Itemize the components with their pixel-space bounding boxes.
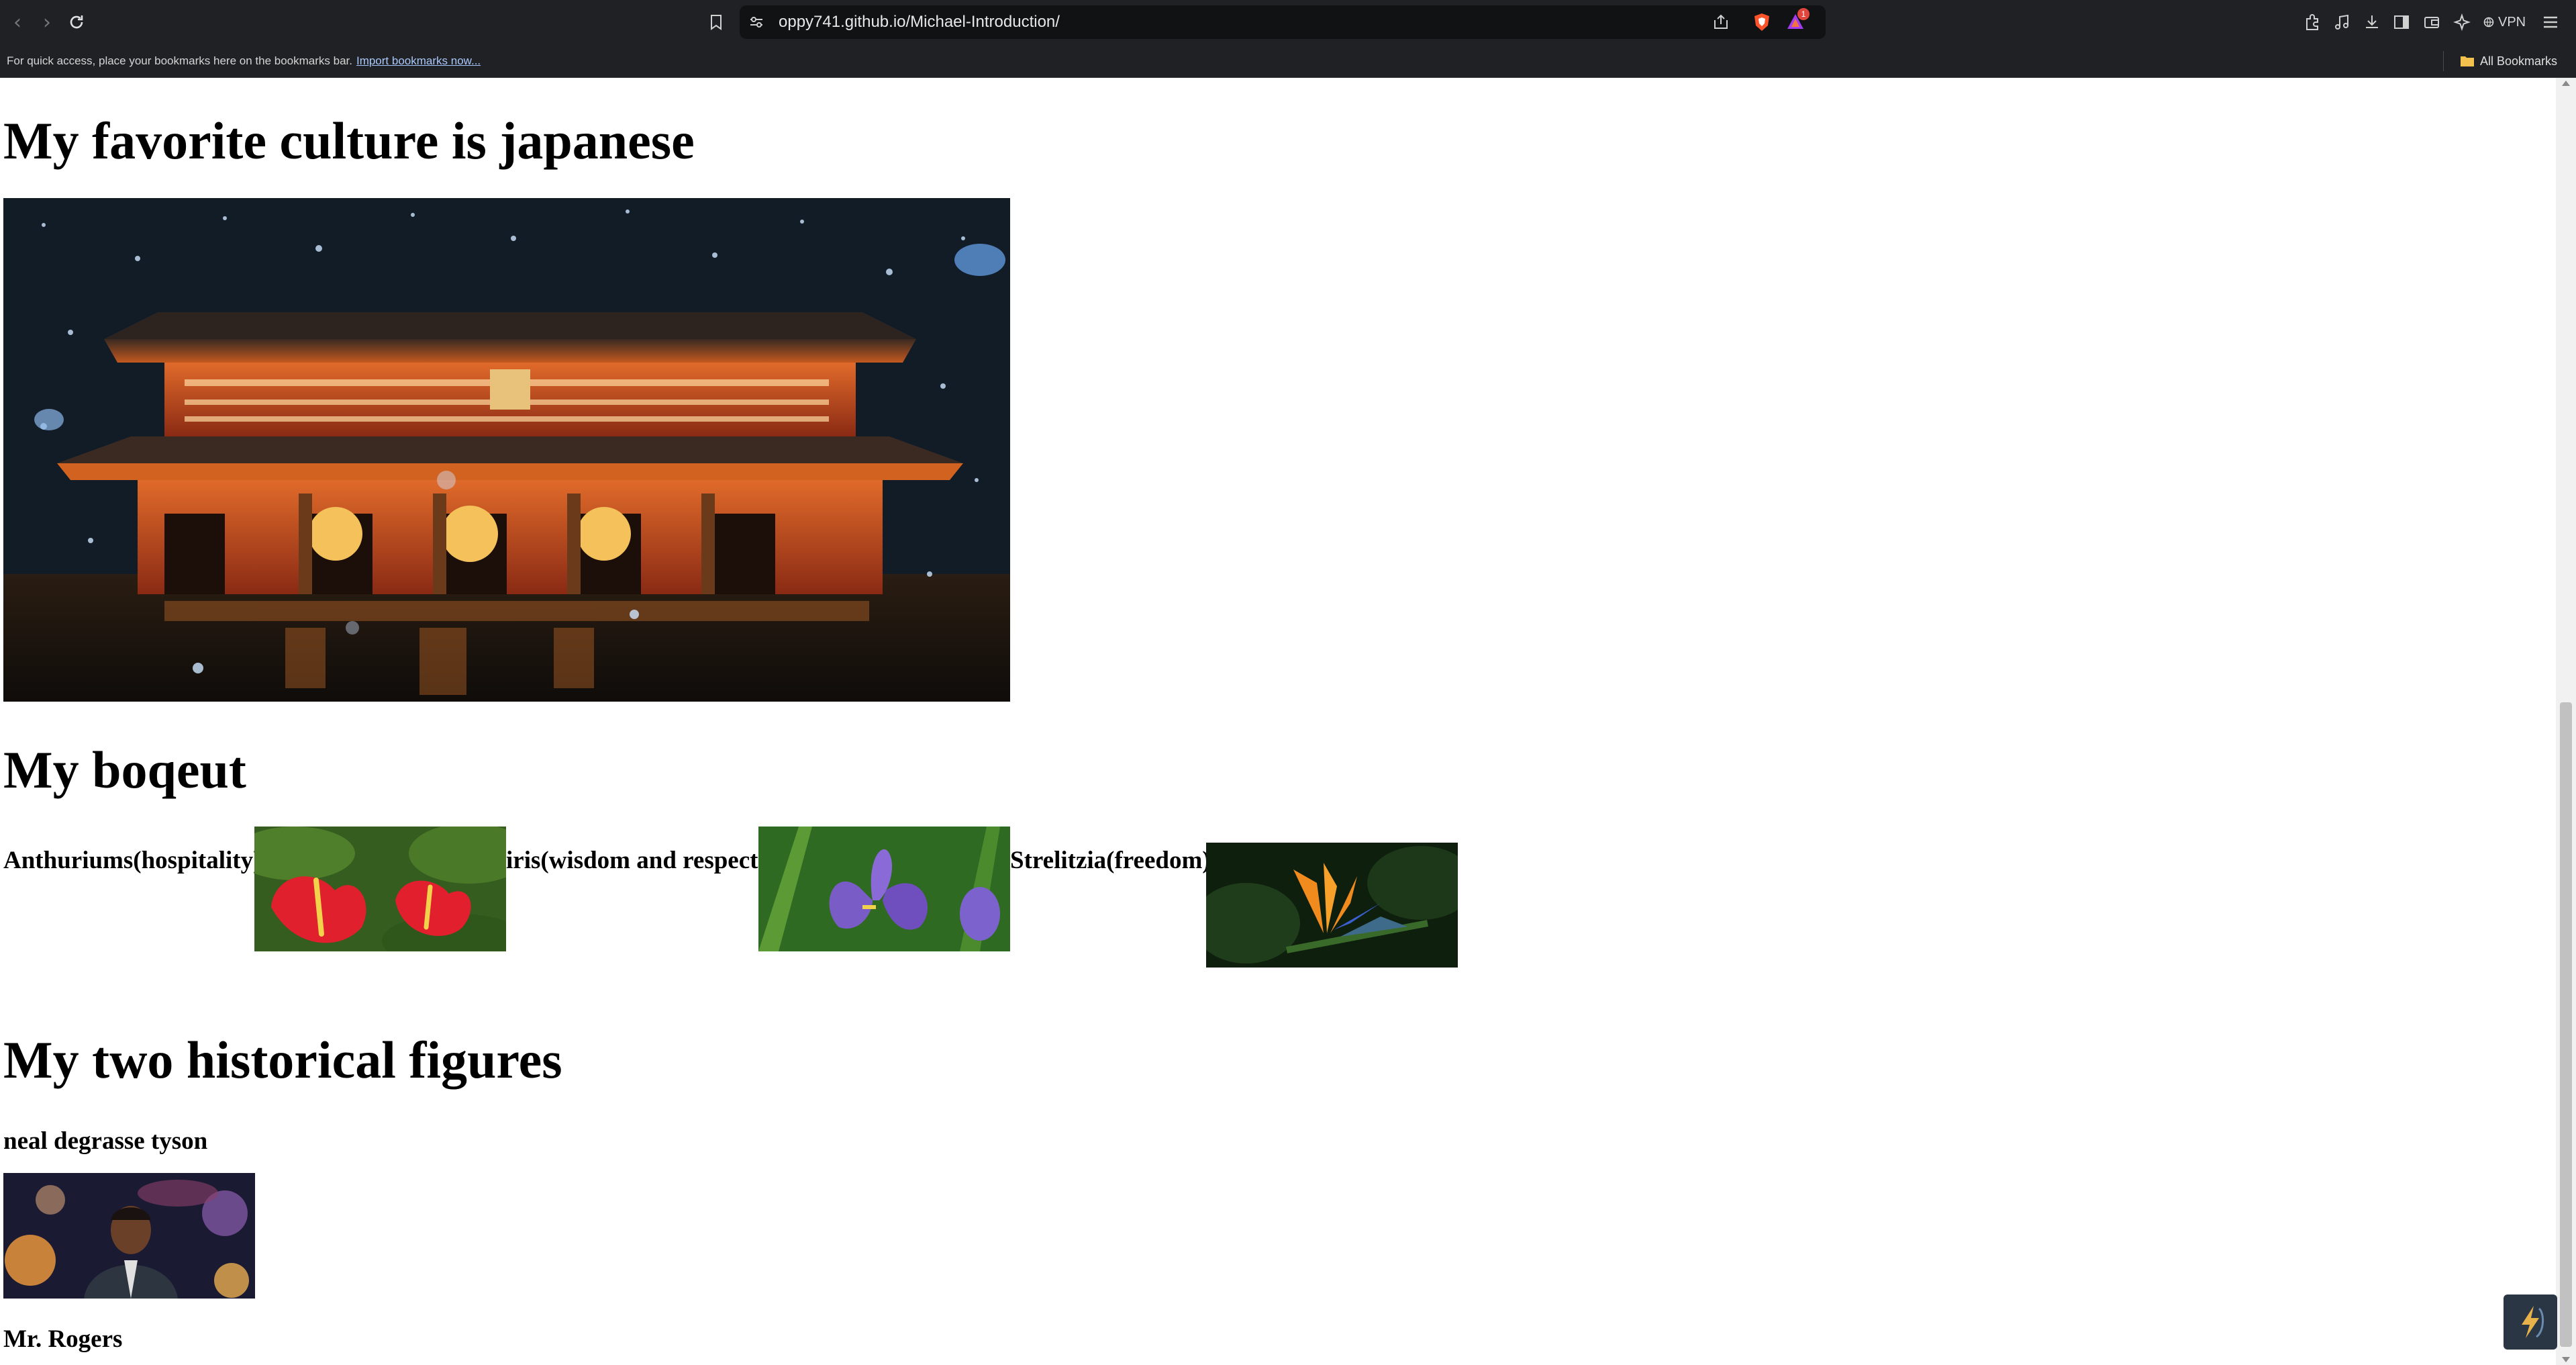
site-settings-icon[interactable]	[748, 13, 765, 31]
brave-shields-icon[interactable]	[1752, 12, 1772, 32]
reload-icon[interactable]	[64, 10, 89, 34]
sidebar-icon[interactable]	[2390, 10, 2413, 34]
media-icon[interactable]	[2331, 10, 2354, 34]
hamburger-menu-icon[interactable]	[2538, 10, 2563, 34]
scroll-down-arrow-icon[interactable]	[2562, 1357, 2570, 1362]
rewards-badge: 1	[1797, 8, 1810, 20]
flower-label-anthurium: Anthuriums(hospitality)	[3, 847, 262, 874]
wallet-icon[interactable]	[2420, 10, 2443, 34]
flower-label-strelitzia: Strelitzia(freedom)	[1010, 847, 1211, 874]
iris-image	[758, 827, 1010, 951]
vpn-label: VPN	[2498, 15, 2526, 30]
bookmark-page-icon[interactable]	[706, 10, 726, 34]
all-bookmarks-label: All Bookmarks	[2480, 54, 2558, 68]
figure-name-tyson: neal degrasse tyson	[3, 1127, 208, 1155]
back-icon[interactable]: ‹	[5, 10, 30, 34]
extensions-icon[interactable]	[2301, 10, 2324, 34]
scrollbar-thumb[interactable]	[2560, 702, 2572, 1347]
leo-ai-icon[interactable]	[2450, 10, 2473, 34]
floating-assistant-button[interactable]	[2504, 1295, 2557, 1350]
bookmarks-hint-text: For quick access, place your bookmarks h…	[7, 54, 352, 67]
brave-rewards-icon[interactable]: 1	[1785, 8, 1810, 32]
browser-toolbar: ‹ › oppy741.github.io/Michael-Introducti…	[0, 0, 2576, 44]
lightning-icon	[2522, 1306, 2544, 1338]
address-bar[interactable]: oppy741.github.io/Michael-Introduction/ …	[740, 5, 1826, 39]
strelitzia-image	[1206, 843, 1458, 968]
anthurium-image	[254, 827, 506, 951]
share-icon[interactable]	[1712, 13, 1730, 32]
figures-heading: My two historical figures	[3, 1031, 562, 1089]
page-viewport: My favorite culture is japanese My boqeu…	[0, 78, 2556, 1365]
bouquet-heading: My boqeut	[3, 741, 246, 799]
scroll-up-arrow-icon[interactable]	[2562, 81, 2570, 86]
page-scrollbar[interactable]	[2556, 78, 2576, 1365]
figure-name-rogers: Mr. Rogers	[3, 1325, 123, 1353]
bookmarks-divider	[2443, 51, 2444, 71]
folder-icon	[2461, 56, 2474, 66]
url-text[interactable]: oppy741.github.io/Michael-Introduction/	[779, 5, 1060, 39]
vpn-button[interactable]: VPN	[2483, 10, 2526, 34]
vpn-globe-icon	[2483, 17, 2494, 28]
downloads-icon[interactable]	[2361, 10, 2383, 34]
all-bookmarks-button[interactable]: All Bookmarks	[2460, 44, 2557, 78]
bookmarks-bar: For quick access, place your bookmarks h…	[0, 44, 2576, 78]
import-bookmarks-link[interactable]: Import bookmarks now...	[356, 54, 481, 67]
culture-heading: My favorite culture is japanese	[3, 111, 695, 170]
neil-degrasse-tyson-image	[3, 1173, 255, 1299]
japanese-temple-image	[3, 198, 1010, 702]
bookmarks-hint: For quick access, place your bookmarks h…	[7, 44, 481, 78]
flower-label-iris: iris(wisdom and respect)	[506, 847, 766, 874]
forward-icon[interactable]: ›	[35, 10, 59, 34]
